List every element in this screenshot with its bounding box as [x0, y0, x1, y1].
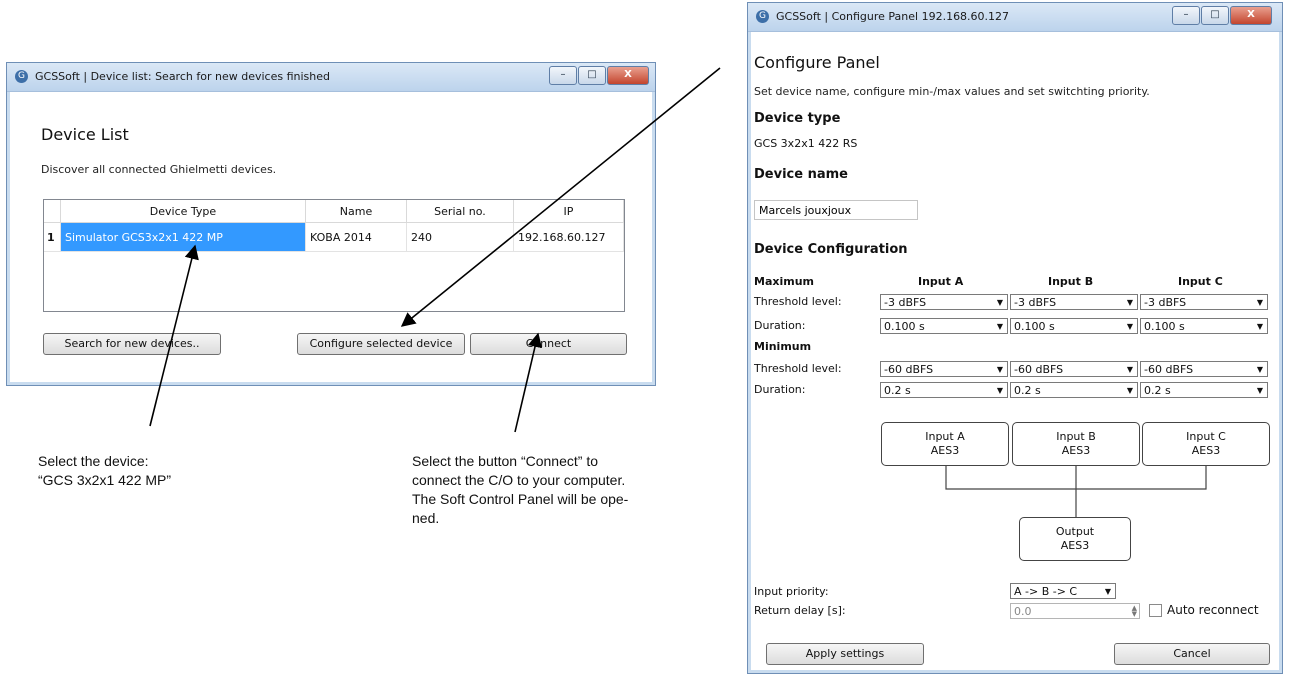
annotation-arrows — [149, 67, 721, 433]
arrow-to-configure-button — [400, 67, 721, 327]
select-device-note: Select the device: “GCS 3x2x1 422 MP” — [38, 452, 171, 490]
arrow-to-device-row — [149, 244, 199, 427]
note-line: Select the button “Connect” to — [412, 453, 598, 469]
note-line: Select the device: — [38, 453, 149, 469]
note-line: The Soft Control Panel will be ope- — [412, 491, 629, 507]
arrow-to-connect-button — [514, 332, 543, 433]
note-line: ned. — [412, 510, 440, 526]
connect-note: Select the button “Connect” to connect t… — [412, 452, 628, 528]
note-line: “GCS 3x2x1 422 MP” — [38, 472, 172, 488]
note-line: connect the C/O to your computer. — [412, 472, 626, 488]
